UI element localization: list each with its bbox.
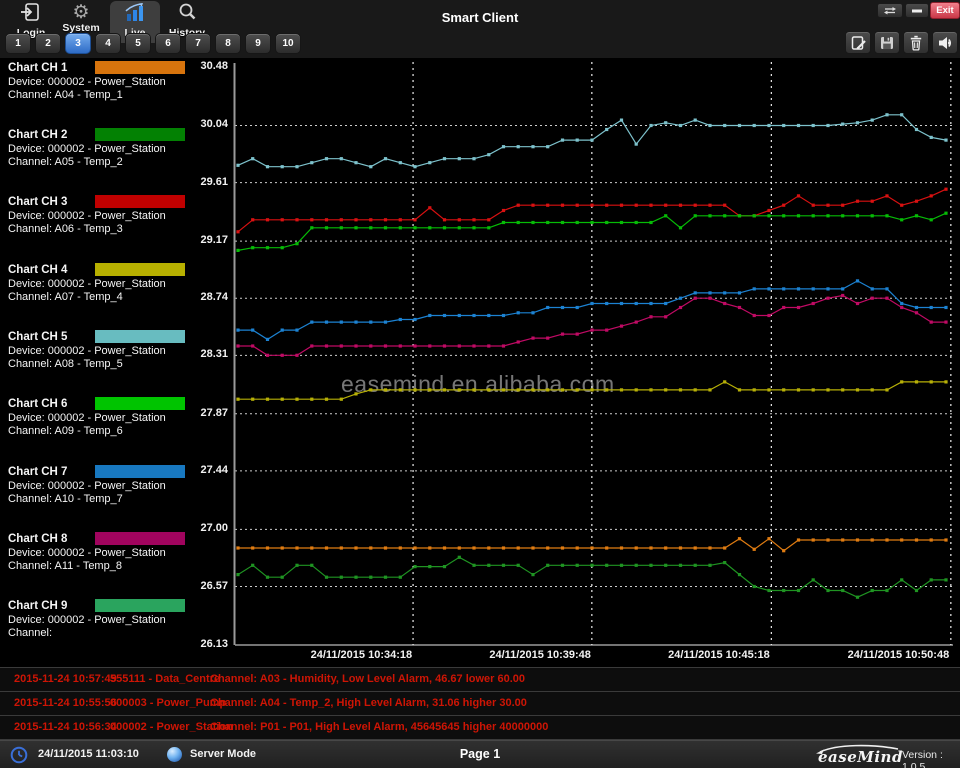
alarm-message: Channel: A04 - Temp_2, High Level Alarm,… bbox=[210, 697, 527, 709]
alarm-message: Channel: P01 - P01, High Level Alarm, 45… bbox=[210, 721, 548, 733]
channel-item-9[interactable]: Chart CH 9 Device: 000002 - Power_Statio… bbox=[8, 600, 228, 641]
smart-client-window: Login ⚙ System Live History Smart Client bbox=[0, 0, 960, 768]
channel-title: Chart CH 3 bbox=[8, 196, 67, 208]
y-tick-label: 26.57 bbox=[186, 580, 228, 592]
trend-chart-canvas[interactable] bbox=[233, 60, 956, 652]
channel-title: Chart CH 4 bbox=[8, 264, 67, 276]
save-floppy-icon bbox=[879, 35, 895, 51]
minimize-icon bbox=[912, 9, 922, 13]
page-button-3[interactable]: 3 bbox=[65, 33, 91, 54]
alarm-time: 2015-11-24 10:55:56 bbox=[14, 697, 117, 709]
channel-color-swatch bbox=[95, 195, 185, 208]
page-button-9[interactable]: 9 bbox=[245, 33, 271, 54]
y-tick-label: 30.04 bbox=[186, 118, 228, 130]
switch-view-button[interactable] bbox=[877, 3, 903, 18]
channel-channel: Channel: A11 - Temp_8 bbox=[8, 560, 122, 572]
channel-item-2[interactable]: Chart CH 2 Device: 000002 - Power_Statio… bbox=[8, 129, 228, 170]
edit-document-icon bbox=[850, 34, 867, 51]
trash-icon bbox=[908, 35, 924, 51]
status-bar: 24/11/2015 11:03:10 Server Mode Page 1 e… bbox=[0, 740, 960, 768]
page-button-4[interactable]: 4 bbox=[95, 33, 121, 54]
speaker-icon bbox=[937, 35, 954, 51]
y-tick-label: 29.17 bbox=[186, 234, 228, 246]
top-toolbar: Login ⚙ System Live History Smart Client bbox=[0, 0, 960, 58]
page-button-2[interactable]: 2 bbox=[35, 33, 61, 54]
channel-channel: Channel: A04 - Temp_1 bbox=[8, 89, 123, 101]
channel-channel: Channel: A10 - Temp_7 bbox=[8, 493, 123, 505]
channel-device: Device: 000002 - Power_Station bbox=[8, 76, 166, 88]
channel-color-swatch bbox=[95, 61, 185, 74]
channel-channel: Channel: A06 - Temp_3 bbox=[8, 223, 123, 235]
channel-item-3[interactable]: Chart CH 3 Device: 000002 - Power_Statio… bbox=[8, 196, 228, 237]
page-button-6[interactable]: 6 bbox=[155, 33, 181, 54]
alarm-list: 2015-11-24 10:57:49 555111 - Data_Centre… bbox=[0, 667, 960, 741]
channel-device: Device: 000002 - Power_Station bbox=[8, 278, 166, 290]
y-tick-label: 28.31 bbox=[186, 348, 228, 360]
channel-device: Device: 000002 - Power_Station bbox=[8, 547, 166, 559]
save-button[interactable] bbox=[874, 31, 900, 54]
page-button-10[interactable]: 10 bbox=[275, 33, 301, 54]
easemind-logo: easeMind bbox=[812, 744, 904, 766]
server-mode-label: Server Mode bbox=[190, 748, 256, 760]
channel-channel: Channel: A09 - Temp_6 bbox=[8, 425, 123, 437]
switch-view-icon bbox=[883, 6, 897, 15]
channel-title: Chart CH 7 bbox=[8, 466, 67, 478]
edit-button[interactable] bbox=[845, 31, 871, 54]
channel-device: Device: 000002 - Power_Station bbox=[8, 143, 166, 155]
channel-device: Device: 000002 - Power_Station bbox=[8, 345, 166, 357]
channel-channel: Channel: A08 - Temp_5 bbox=[8, 358, 123, 370]
channel-title: Chart CH 8 bbox=[8, 533, 67, 545]
channel-channel: Channel: bbox=[8, 627, 52, 639]
page-button-8[interactable]: 8 bbox=[215, 33, 241, 54]
alarm-time: 2015-11-24 10:56:34 bbox=[14, 721, 117, 733]
page-button-5[interactable]: 5 bbox=[125, 33, 151, 54]
page-button-1[interactable]: 1 bbox=[5, 33, 31, 54]
delete-button[interactable] bbox=[903, 31, 929, 54]
channel-color-swatch bbox=[95, 465, 185, 478]
alarm-device: 555111 - Data_Centre bbox=[110, 673, 220, 685]
y-tick-label: 27.00 bbox=[186, 522, 228, 534]
page-button-7[interactable]: 7 bbox=[185, 33, 211, 54]
channel-color-swatch bbox=[95, 263, 185, 276]
server-mode-orb-icon bbox=[167, 747, 182, 762]
alarm-row[interactable]: 2015-11-24 10:56:34 000002 - Power_Stati… bbox=[0, 716, 960, 740]
channel-channel: Channel: A07 - Temp_4 bbox=[8, 291, 123, 303]
channel-title: Chart CH 5 bbox=[8, 331, 67, 343]
version-label: Version : 1.0.5 bbox=[902, 749, 960, 768]
channel-channel: Channel: A05 - Temp_2 bbox=[8, 156, 123, 168]
window-title: Smart Client bbox=[0, 10, 960, 25]
alarm-row[interactable]: 2015-11-24 10:55:56 000003 - Power_Pump … bbox=[0, 692, 960, 716]
channel-item-8[interactable]: Chart CH 8 Device: 000002 - Power_Statio… bbox=[8, 533, 228, 574]
easemind-logo-text: easeMind bbox=[818, 748, 903, 766]
y-tick-label: 30.48 bbox=[186, 60, 228, 72]
channel-title: Chart CH 2 bbox=[8, 129, 67, 141]
channel-title: Chart CH 9 bbox=[8, 600, 67, 612]
channel-color-swatch bbox=[95, 599, 185, 612]
channel-device: Device: 000002 - Power_Station bbox=[8, 210, 166, 222]
y-tick-label: 27.44 bbox=[186, 464, 228, 476]
channel-device: Device: 000002 - Power_Station bbox=[8, 412, 166, 424]
channel-title: Chart CH 6 bbox=[8, 398, 67, 410]
alarm-device: 000003 - Power_Pump bbox=[110, 697, 226, 709]
clock-icon bbox=[10, 746, 28, 764]
y-tick-label: 29.61 bbox=[186, 176, 228, 188]
channel-color-swatch bbox=[95, 128, 185, 141]
audio-button[interactable] bbox=[932, 31, 958, 54]
page-indicator: Page 1 bbox=[460, 747, 500, 761]
channel-color-swatch bbox=[95, 397, 185, 410]
status-datetime: 24/11/2015 11:03:10 bbox=[38, 748, 139, 760]
channel-device: Device: 000002 - Power_Station bbox=[8, 614, 166, 626]
alarm-time: 2015-11-24 10:57:49 bbox=[14, 673, 117, 685]
channel-device: Device: 000002 - Power_Station bbox=[8, 480, 166, 492]
y-tick-label: 27.87 bbox=[186, 407, 228, 419]
minimize-button[interactable] bbox=[905, 3, 929, 18]
alarm-row[interactable]: 2015-11-24 10:57:49 555111 - Data_Centre… bbox=[0, 668, 960, 692]
channel-title: Chart CH 1 bbox=[8, 62, 67, 74]
alarm-message: Channel: A03 - Humidity, Low Level Alarm… bbox=[210, 673, 525, 685]
exit-button[interactable]: Exit bbox=[930, 2, 960, 19]
channel-color-swatch bbox=[95, 330, 185, 343]
channel-color-swatch bbox=[95, 532, 185, 545]
y-tick-label: 28.74 bbox=[186, 291, 228, 303]
